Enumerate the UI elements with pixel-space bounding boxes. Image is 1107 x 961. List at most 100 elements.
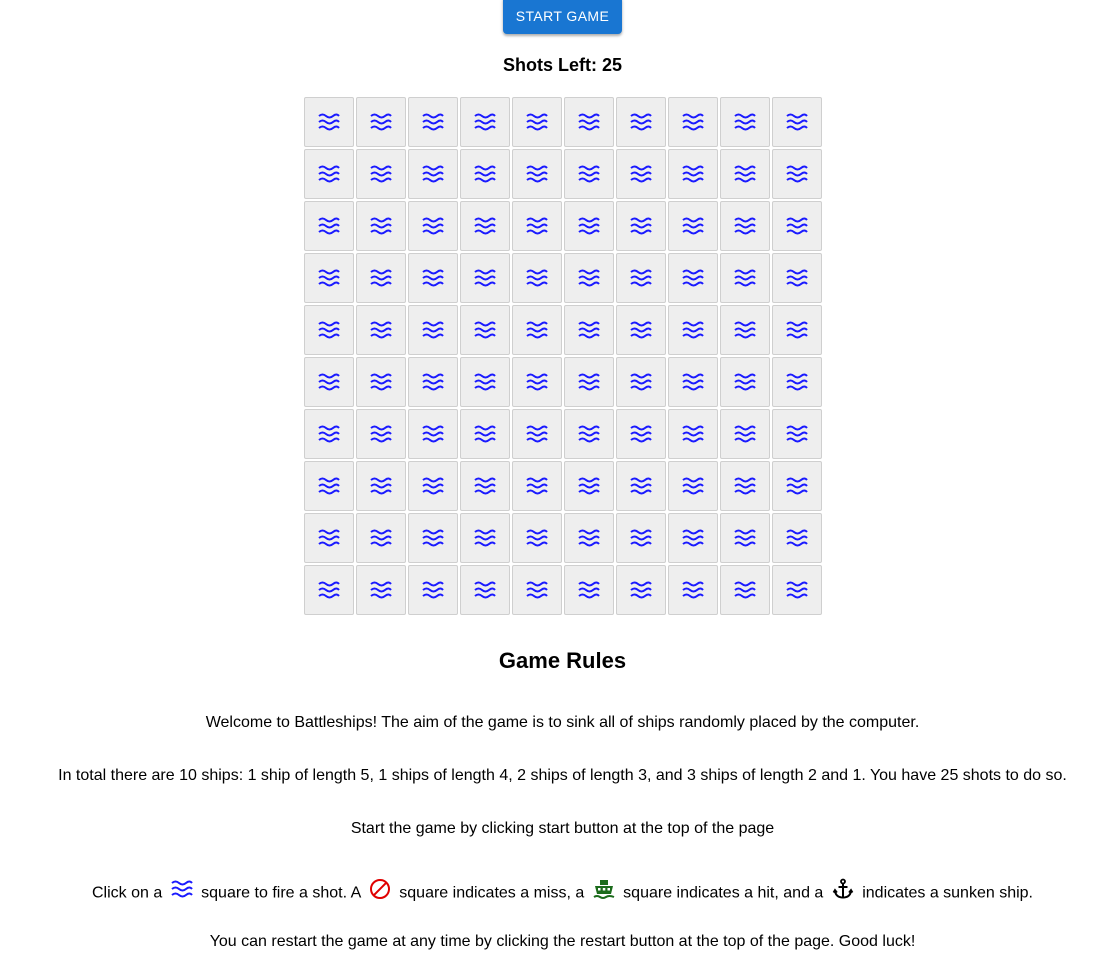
board-cell-r3-c1[interactable] xyxy=(304,201,354,251)
board-cell-r10-c8[interactable] xyxy=(668,565,718,615)
board-cell-r2-c6[interactable] xyxy=(564,149,614,199)
board-cell-r1-c10[interactable] xyxy=(772,97,822,147)
board-cell-r6-c1[interactable] xyxy=(304,357,354,407)
board-cell-r2-c7[interactable] xyxy=(616,149,666,199)
board-cell-r5-c3[interactable] xyxy=(408,305,458,355)
board-cell-r4-c6[interactable] xyxy=(564,253,614,303)
board-cell-r7-c9[interactable] xyxy=(720,409,770,459)
board-cell-r8-c4[interactable] xyxy=(460,461,510,511)
board-cell-r5-c1[interactable] xyxy=(304,305,354,355)
board-cell-r8-c9[interactable] xyxy=(720,461,770,511)
board-cell-r1-c1[interactable] xyxy=(304,97,354,147)
board-cell-r10-c7[interactable] xyxy=(616,565,666,615)
board-cell-r2-c3[interactable] xyxy=(408,149,458,199)
board-cell-r6-c5[interactable] xyxy=(512,357,562,407)
board-cell-r8-c5[interactable] xyxy=(512,461,562,511)
start-game-button[interactable]: START GAME xyxy=(503,0,622,34)
board-cell-r5-c4[interactable] xyxy=(460,305,510,355)
board-cell-r6-c4[interactable] xyxy=(460,357,510,407)
board-cell-r5-c2[interactable] xyxy=(356,305,406,355)
board-cell-r9-c10[interactable] xyxy=(772,513,822,563)
board-cell-r3-c5[interactable] xyxy=(512,201,562,251)
board-cell-r1-c7[interactable] xyxy=(616,97,666,147)
board-cell-r7-c8[interactable] xyxy=(668,409,718,459)
board-cell-r9-c9[interactable] xyxy=(720,513,770,563)
board-cell-r8-c10[interactable] xyxy=(772,461,822,511)
board-cell-r4-c3[interactable] xyxy=(408,253,458,303)
board-cell-r2-c4[interactable] xyxy=(460,149,510,199)
board-cell-r7-c1[interactable] xyxy=(304,409,354,459)
board-cell-r7-c10[interactable] xyxy=(772,409,822,459)
board-cell-r5-c6[interactable] xyxy=(564,305,614,355)
board-cell-r5-c7[interactable] xyxy=(616,305,666,355)
board-cell-r3-c9[interactable] xyxy=(720,201,770,251)
board-cell-r9-c3[interactable] xyxy=(408,513,458,563)
board-cell-r4-c7[interactable] xyxy=(616,253,666,303)
board-cell-r4-c9[interactable] xyxy=(720,253,770,303)
board-cell-r7-c2[interactable] xyxy=(356,409,406,459)
board-cell-r3-c2[interactable] xyxy=(356,201,406,251)
board-cell-r10-c2[interactable] xyxy=(356,565,406,615)
board-cell-r4-c8[interactable] xyxy=(668,253,718,303)
board-cell-r3-c10[interactable] xyxy=(772,201,822,251)
board-cell-r9-c1[interactable] xyxy=(304,513,354,563)
board-cell-r8-c8[interactable] xyxy=(668,461,718,511)
board-cell-r9-c7[interactable] xyxy=(616,513,666,563)
board-cell-r8-c1[interactable] xyxy=(304,461,354,511)
board-cell-r4-c4[interactable] xyxy=(460,253,510,303)
board-cell-r1-c5[interactable] xyxy=(512,97,562,147)
board-cell-r10-c1[interactable] xyxy=(304,565,354,615)
board-cell-r9-c6[interactable] xyxy=(564,513,614,563)
board-cell-r4-c5[interactable] xyxy=(512,253,562,303)
board-cell-r1-c4[interactable] xyxy=(460,97,510,147)
board-cell-r1-c8[interactable] xyxy=(668,97,718,147)
board-cell-r6-c9[interactable] xyxy=(720,357,770,407)
board-cell-r6-c8[interactable] xyxy=(668,357,718,407)
board-cell-r2-c10[interactable] xyxy=(772,149,822,199)
board-cell-r7-c6[interactable] xyxy=(564,409,614,459)
board-cell-r9-c5[interactable] xyxy=(512,513,562,563)
board-cell-r10-c5[interactable] xyxy=(512,565,562,615)
board-cell-r3-c3[interactable] xyxy=(408,201,458,251)
board-cell-r8-c7[interactable] xyxy=(616,461,666,511)
board-cell-r5-c8[interactable] xyxy=(668,305,718,355)
board-cell-r8-c3[interactable] xyxy=(408,461,458,511)
board-cell-r6-c2[interactable] xyxy=(356,357,406,407)
board-cell-r8-c2[interactable] xyxy=(356,461,406,511)
board-cell-r6-c3[interactable] xyxy=(408,357,458,407)
board-cell-r3-c7[interactable] xyxy=(616,201,666,251)
board-cell-r6-c7[interactable] xyxy=(616,357,666,407)
board-cell-r7-c4[interactable] xyxy=(460,409,510,459)
board-cell-r5-c5[interactable] xyxy=(512,305,562,355)
board-cell-r1-c3[interactable] xyxy=(408,97,458,147)
board-cell-r9-c8[interactable] xyxy=(668,513,718,563)
board-cell-r4-c2[interactable] xyxy=(356,253,406,303)
board-cell-r7-c5[interactable] xyxy=(512,409,562,459)
board-cell-r6-c10[interactable] xyxy=(772,357,822,407)
board-cell-r1-c9[interactable] xyxy=(720,97,770,147)
board-cell-r9-c2[interactable] xyxy=(356,513,406,563)
board-cell-r9-c4[interactable] xyxy=(460,513,510,563)
board-cell-r10-c4[interactable] xyxy=(460,565,510,615)
board-cell-r2-c2[interactable] xyxy=(356,149,406,199)
board-cell-r2-c1[interactable] xyxy=(304,149,354,199)
board-cell-r8-c6[interactable] xyxy=(564,461,614,511)
board-cell-r3-c4[interactable] xyxy=(460,201,510,251)
board-cell-r10-c10[interactable] xyxy=(772,565,822,615)
board-cell-r10-c3[interactable] xyxy=(408,565,458,615)
board-cell-r2-c8[interactable] xyxy=(668,149,718,199)
board-cell-r7-c3[interactable] xyxy=(408,409,458,459)
board-cell-r6-c6[interactable] xyxy=(564,357,614,407)
board-cell-r4-c1[interactable] xyxy=(304,253,354,303)
board-cell-r10-c9[interactable] xyxy=(720,565,770,615)
board-cell-r7-c7[interactable] xyxy=(616,409,666,459)
board-cell-r2-c5[interactable] xyxy=(512,149,562,199)
board-cell-r2-c9[interactable] xyxy=(720,149,770,199)
board-cell-r1-c2[interactable] xyxy=(356,97,406,147)
board-cell-r3-c8[interactable] xyxy=(668,201,718,251)
board-cell-r10-c6[interactable] xyxy=(564,565,614,615)
board-cell-r1-c6[interactable] xyxy=(564,97,614,147)
board-cell-r5-c9[interactable] xyxy=(720,305,770,355)
board-cell-r5-c10[interactable] xyxy=(772,305,822,355)
board-cell-r4-c10[interactable] xyxy=(772,253,822,303)
